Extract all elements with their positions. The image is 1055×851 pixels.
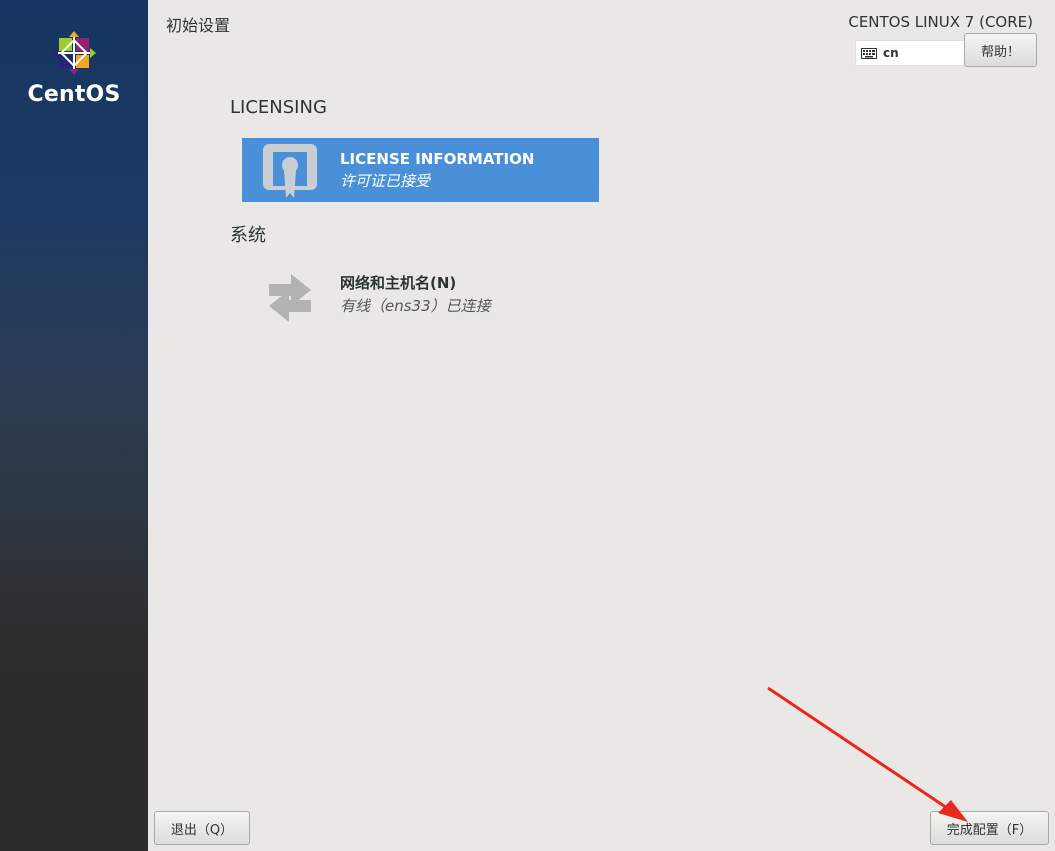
spoke-title: LICENSE INFORMATION: [340, 149, 535, 168]
section-heading-system: 系统: [230, 225, 266, 246]
keyboard-layout-label: cn: [883, 46, 899, 60]
finish-configuration-button[interactable]: 完成配置（F）: [930, 811, 1049, 845]
spoke-status: 许可证已接受: [340, 171, 431, 190]
spoke-status: 有线（ens33）已连接: [340, 297, 491, 315]
spoke-title: 网络和主机名(N): [340, 274, 457, 292]
spoke-network-hostname[interactable]: 网络和主机名(N) 有线（ens33）已连接: [242, 262, 599, 326]
network-icon: [258, 262, 322, 326]
keyboard-layout-indicator[interactable]: cn: [855, 40, 965, 66]
quit-button[interactable]: 退出（Q）: [154, 811, 250, 845]
centos-wordmark: CentOS: [27, 82, 121, 107]
license-icon: [258, 138, 322, 202]
page-title: 初始设置: [166, 16, 231, 35]
help-button[interactable]: 帮助！: [964, 33, 1037, 67]
spoke-license-information[interactable]: LICENSE INFORMATION 许可证已接受: [242, 138, 599, 202]
centos-emblem-icon: [52, 31, 96, 75]
section-heading-licensing: LICENSING: [230, 97, 327, 118]
annotation-arrow-icon: [767, 686, 968, 822]
keyboard-icon: [861, 47, 877, 59]
product-title: CENTOS LINUX 7 (CORE): [848, 13, 1033, 31]
sidebar: CentOS: [0, 0, 148, 851]
centos-logo: CentOS: [0, 30, 148, 107]
